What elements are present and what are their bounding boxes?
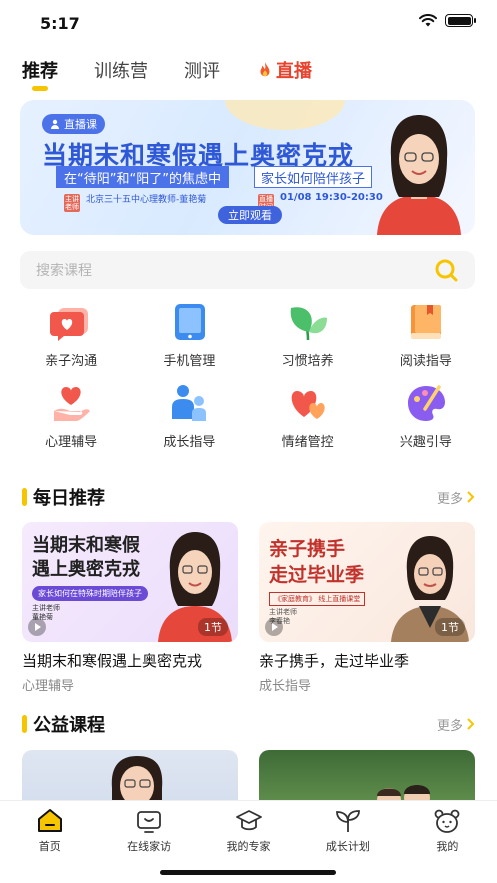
category-interest-guidance[interactable]: 兴趣引导 [367,383,485,450]
video-visit-icon [137,811,162,833]
status-time: 5:17 [40,14,80,33]
category-phone-management[interactable]: 手机管理 [130,302,248,369]
flame-icon [260,61,270,77]
category-reading-guidance[interactable]: 阅读指导 [367,302,485,369]
graduation-cap-icon [235,810,262,831]
tablet-icon [175,304,206,340]
banner-time: 01/08 19:30-20:30 [280,192,383,203]
course-title: 亲子携手，走过毕业季 [259,652,410,670]
nav-profile[interactable]: 我的 [398,801,497,883]
banner-subtitle-left: 在“待阳”和“阳了”的焦虑中 [56,166,229,188]
course-thumbnail: 亲子携手 走过毕业季 《家庭教育》 线上直播课堂 主讲老师 李春艳 1节 [259,522,475,642]
course-category: 成长指导 [259,679,312,694]
wifi-icon [419,14,437,27]
hearts-icon [291,391,325,419]
course-card[interactable]: 亲子携手 走过毕业季 《家庭教育》 线上直播课堂 主讲老师 李春艳 1节 亲子携… [259,522,475,694]
search-icon[interactable] [433,257,459,283]
tab-assessment[interactable]: 测评 [184,57,220,83]
book-icon [410,305,441,339]
daily-section-header: 每日推荐 更多 [22,484,475,510]
teacher-photo [377,115,461,235]
top-tabs: 推荐 训练营 测评 直播 [22,52,312,91]
palette-icon [407,385,445,421]
watch-now-button[interactable]: 立即观看 [218,206,282,224]
battery-icon [445,14,476,27]
hand-heart-icon [54,387,91,421]
chevron-right-icon [467,718,475,730]
public-section-header: 公益课程 更多 [22,711,475,737]
play-icon [28,618,46,636]
public-more-link[interactable]: 更多 [437,715,475,734]
home-icon [37,809,62,832]
category-grid: 亲子沟通 手机管理 习惯培养 阅读指导 心理辅导 成长指导 情绪管控 兴趣引导 [12,302,485,450]
home-indicator [160,870,336,875]
teacher-label: 主讲老师 [64,194,80,212]
user-icon [51,119,59,129]
course-card[interactable]: 当期末和寒假 遇上奥密克戎 家长如何在特殊时期陪伴孩子 主讲老师 董艳菊 1节 … [22,522,238,694]
course-title: 当期末和寒假遇上奥密克戎 [22,652,203,670]
section-title: 每日推荐 [22,484,105,510]
tab-recommend[interactable]: 推荐 [22,57,58,91]
category-psych-counseling[interactable]: 心理辅导 [12,383,130,450]
status-bar: 5:17 [0,0,497,44]
section-title: 公益课程 [22,711,105,737]
category-habit-building[interactable]: 习惯培养 [249,302,367,369]
category-emotion-control[interactable]: 情绪管控 [249,383,367,450]
course-thumbnail: 当期末和寒假 遇上奥密克戎 家长如何在特殊时期陪伴孩子 主讲老师 董艳菊 1节 [22,522,238,642]
bottom-nav: 首页 在线家访 我的专家 成长计划 我的 [0,800,497,883]
search-input[interactable]: 搜索课程 [36,260,433,280]
play-icon [265,618,283,636]
category-growth-guidance[interactable]: 成长指导 [130,383,248,450]
tab-live-label: 直播 [276,61,312,82]
lesson-count: 1节 [198,618,228,636]
tab-training-camp[interactable]: 训练营 [94,57,148,83]
chevron-right-icon [467,491,475,503]
status-icons [419,14,476,27]
banner-subtitle-right: 家长如何陪伴孩子 [254,166,373,188]
leaf-icon [290,307,327,341]
category-parent-child-communication[interactable]: 亲子沟通 [12,302,130,369]
bear-face-icon [434,809,460,833]
sprout-icon [336,810,360,832]
tab-live[interactable]: 直播 [256,57,312,83]
banner-teacher: 北京三十五中心理教师-董艳菊 [86,195,207,205]
nav-home[interactable]: 首页 [0,801,99,883]
chat-heart-icon [50,308,89,341]
course-category: 心理辅导 [22,679,75,694]
search-bar[interactable]: 搜索课程 [20,251,475,289]
live-course-banner[interactable]: 直播课 当期末和寒假遇上奥密克戎 在“待阳”和“阳了”的焦虑中 家长如何陪伴孩子… [20,100,475,235]
daily-more-link[interactable]: 更多 [437,488,475,507]
lesson-count: 1节 [435,618,465,636]
parent-child-icon [172,385,207,421]
live-tag: 直播课 [42,114,105,134]
